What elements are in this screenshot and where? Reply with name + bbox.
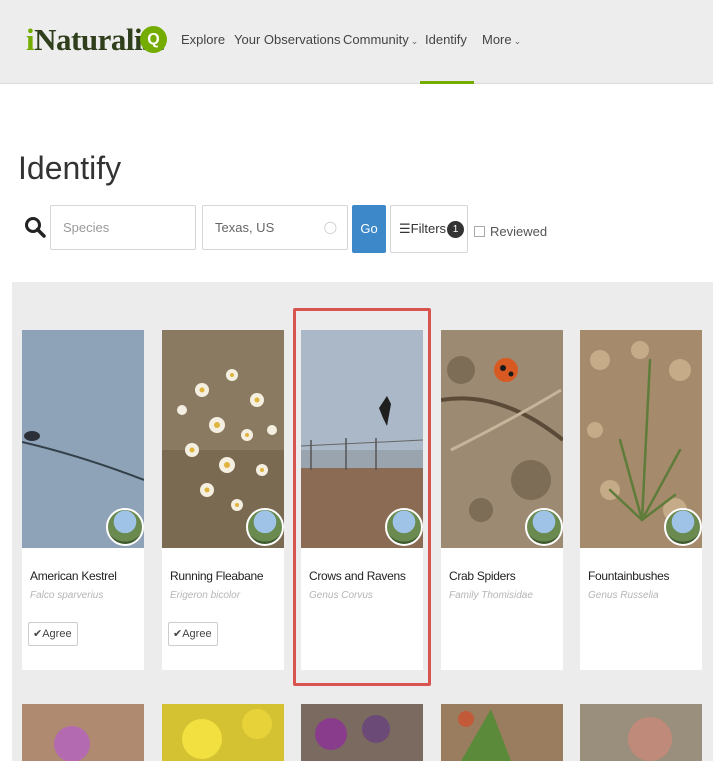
avatar	[106, 508, 144, 546]
observation-photo[interactable]	[162, 704, 284, 761]
taxon-name[interactable]: American Kestrel	[30, 568, 117, 584]
nav-identify[interactable]: Identify	[425, 31, 467, 49]
nav-community[interactable]: Community ⌄	[343, 31, 418, 50]
chevron-down-icon: ⌄	[513, 36, 522, 46]
filters-label: Filters	[410, 221, 447, 236]
selection-highlight	[293, 308, 431, 686]
top-nav-bar: iNaturalist Q Explore Your Observations …	[0, 0, 713, 84]
taxon-scientific-name: Genus Russelia	[588, 590, 659, 601]
agree-button[interactable]: ✔Agree	[28, 622, 78, 646]
active-nav-indicator	[420, 81, 474, 84]
reviewed-label: Reviewed	[490, 224, 548, 239]
observation-photo[interactable]	[580, 704, 702, 761]
observation-card[interactable]	[162, 704, 284, 761]
avatar	[525, 508, 563, 546]
observation-card[interactable]	[301, 704, 423, 761]
agree-button[interactable]: ✔Agree	[168, 622, 218, 646]
observation-card[interactable]	[22, 704, 144, 761]
taxon-name[interactable]: Crab Spiders	[449, 568, 516, 584]
observation-card[interactable]: Fountainbushes Genus Russelia	[580, 330, 702, 670]
filters-button[interactable]: ☰Filters 1	[390, 205, 468, 253]
search-icon	[25, 217, 46, 238]
observation-card[interactable]	[441, 704, 563, 761]
place-input[interactable]: Texas, US ◯	[202, 205, 348, 250]
avatar	[246, 508, 284, 546]
place-value: Texas, US	[215, 220, 275, 235]
taxon-name[interactable]: Fountainbushes	[588, 568, 670, 584]
taxon-scientific-name: Family Thomisidae	[449, 590, 533, 601]
taxon-scientific-name: Erigeron bicolor	[170, 590, 241, 601]
observation-photo[interactable]	[301, 704, 423, 761]
nav-more[interactable]: More ⌄	[482, 31, 521, 50]
taxon-scientific-name: Falco sparverius	[30, 590, 104, 601]
search-icon[interactable]: Q	[140, 26, 167, 53]
observation-photo[interactable]	[22, 704, 144, 761]
species-placeholder: Species	[63, 220, 110, 235]
taxon-name[interactable]: Running Fleabane	[170, 568, 264, 584]
clear-icon[interactable]: ◯	[324, 206, 337, 249]
observation-card[interactable]	[580, 704, 702, 761]
filters-count-badge: 1	[447, 221, 465, 238]
observation-card[interactable]: Crab Spiders Family Thomisidae	[441, 330, 563, 670]
check-icon: ✔	[33, 628, 43, 640]
observation-photo[interactable]	[441, 704, 563, 761]
observation-card[interactable]: Running Fleabane Erigeron bicolor ✔Agree	[162, 330, 284, 670]
page-title: Identify	[18, 150, 122, 186]
check-icon: ✔	[173, 628, 183, 640]
chevron-down-icon: ⌄	[410, 36, 419, 46]
nav-your-observations[interactable]: Your Observations	[234, 31, 340, 49]
filters-icon: ☰	[399, 221, 411, 236]
go-button[interactable]: Go	[352, 205, 386, 253]
nav-explore[interactable]: Explore	[181, 31, 225, 49]
observation-card[interactable]: American Kestrel Falco sparverius ✔Agree	[22, 330, 144, 670]
reviewed-checkbox[interactable]: Reviewed	[474, 223, 547, 241]
checkbox-icon	[474, 226, 485, 237]
avatar	[664, 508, 702, 546]
species-input[interactable]: Species	[50, 205, 196, 250]
